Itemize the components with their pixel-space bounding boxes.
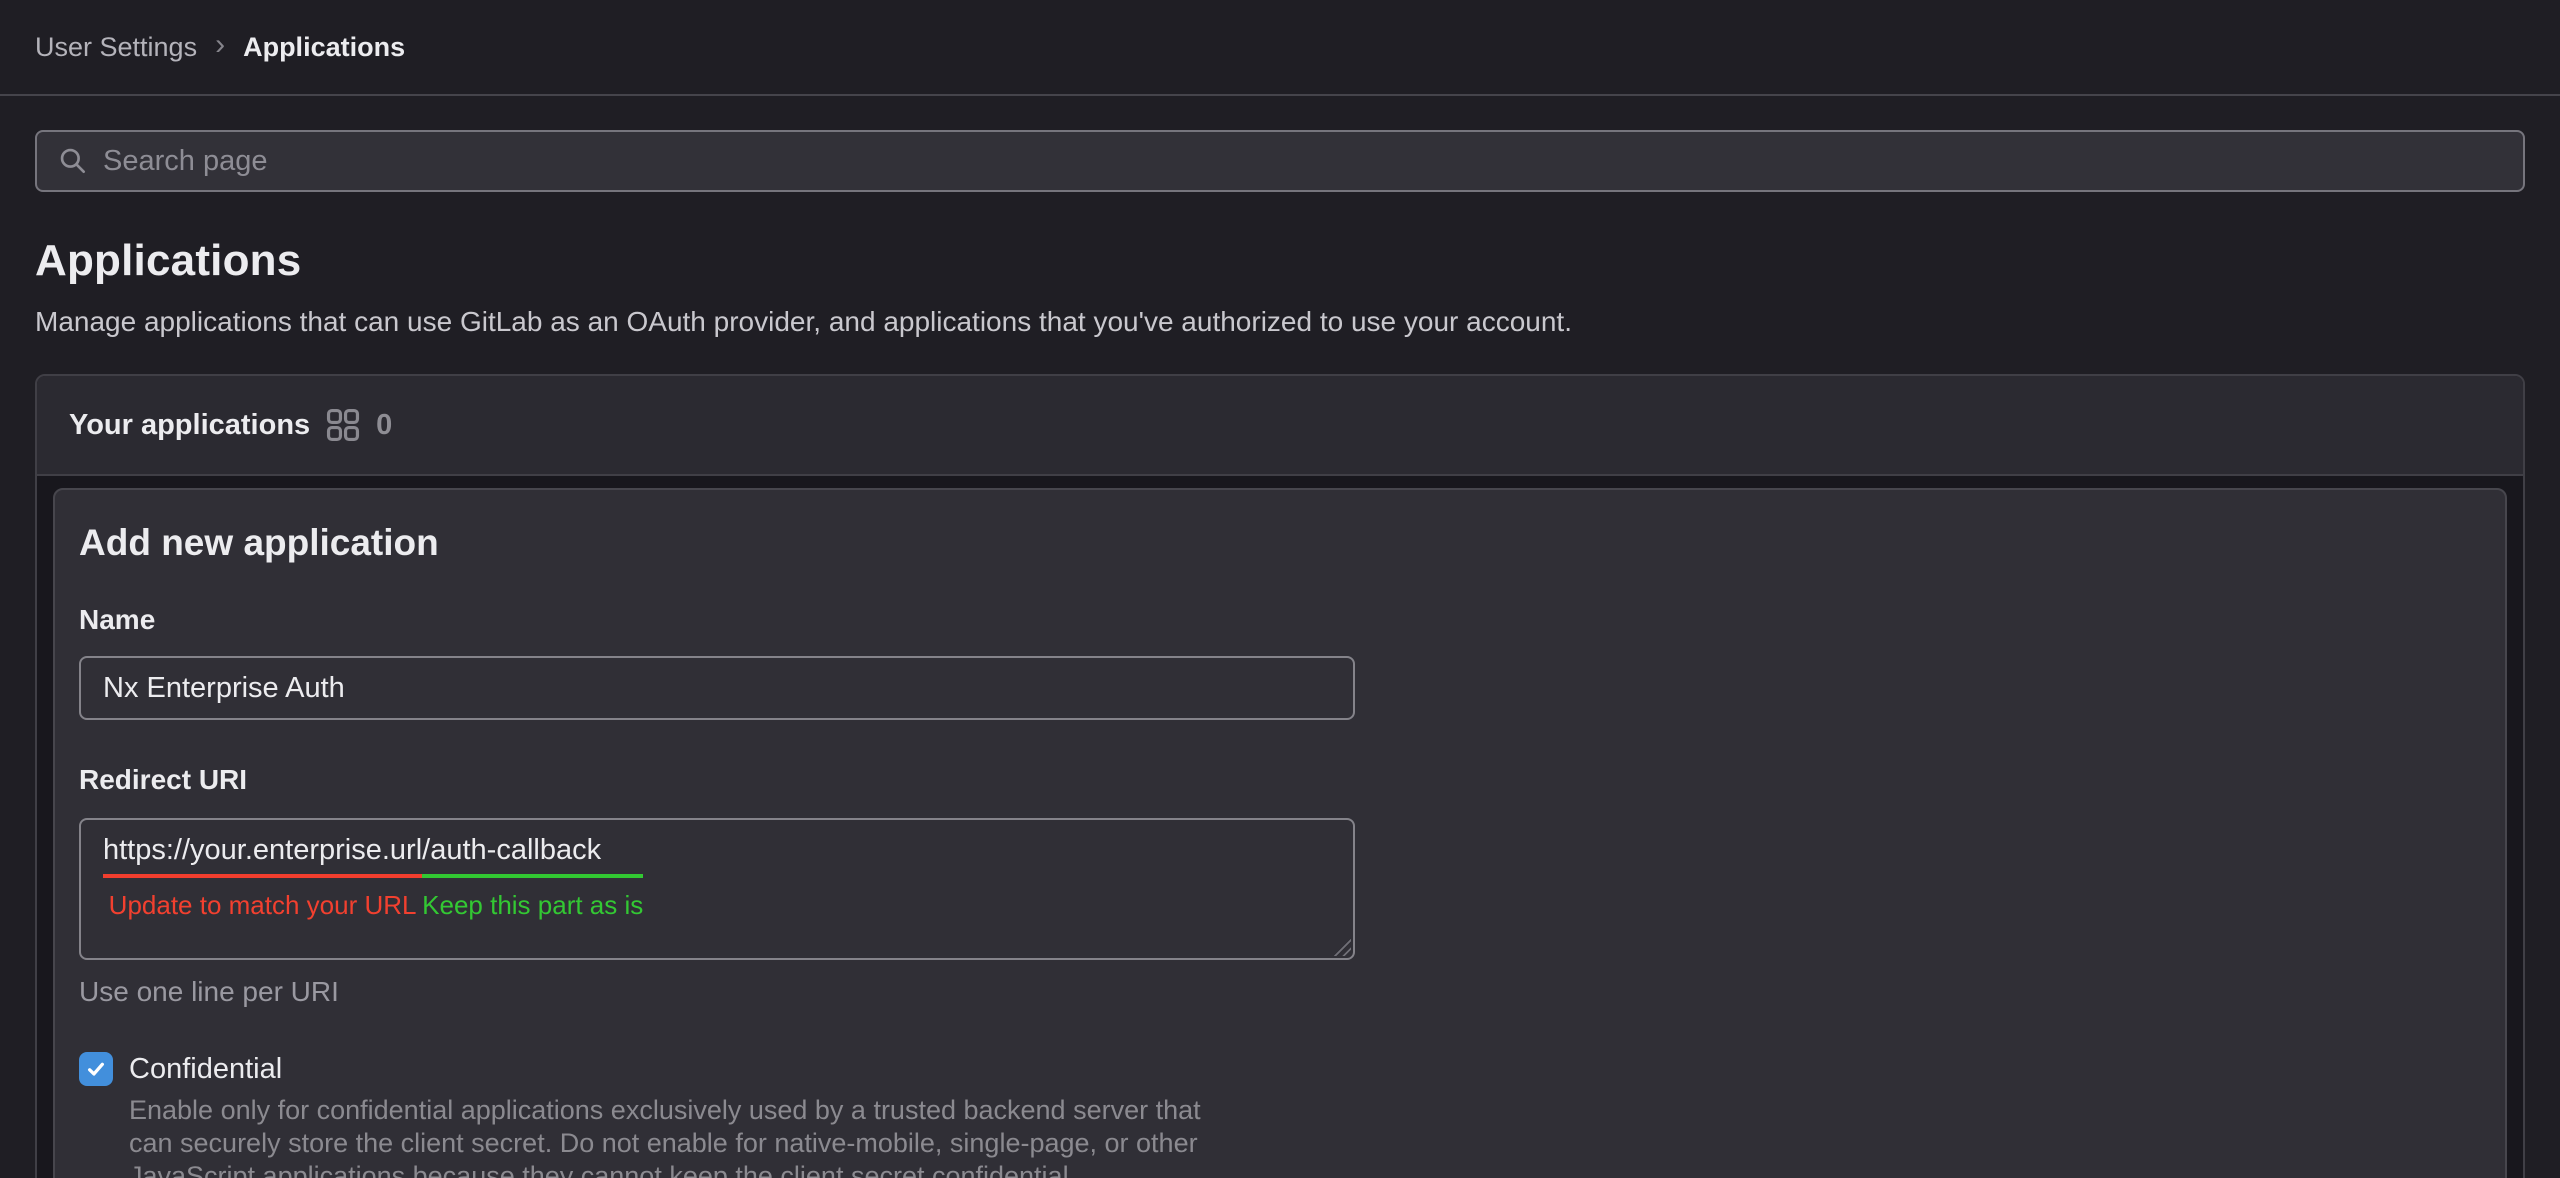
your-applications-panel: Your applications 0 Add new application … xyxy=(35,374,2525,1178)
confidential-row: Confidential xyxy=(79,1052,2481,1086)
breadcrumb-user-settings[interactable]: User Settings xyxy=(35,32,197,63)
search-icon xyxy=(57,145,89,177)
redirect-uri-field[interactable]: https://your.enterprise.url /auth-callba… xyxy=(79,818,1355,960)
page-content: Search page Applications Manage applicat… xyxy=(0,130,2560,1178)
confidential-help-line: JavaScript applications because they can… xyxy=(129,1160,2481,1178)
page-description: Manage applications that can use GitLab … xyxy=(35,306,2525,338)
name-label: Name xyxy=(79,604,2481,636)
redirect-uri-label: Redirect URI xyxy=(79,764,2481,796)
applications-count-badge: 0 xyxy=(376,409,392,442)
add-new-application-title: Add new application xyxy=(79,522,2481,564)
breadcrumb-applications[interactable]: Applications xyxy=(243,32,405,63)
confidential-label[interactable]: Confidential xyxy=(129,1053,282,1086)
annotation-update-url: Update to match your URL xyxy=(103,878,422,921)
top-bar: User Settings › Applications xyxy=(0,0,2560,96)
redirect-uri-annotated-value: https://your.enterprise.url /auth-callba… xyxy=(103,834,643,921)
your-applications-body: Add new application Name Redirect URI ht… xyxy=(37,476,2523,1178)
breadcrumb-chevron-icon: › xyxy=(215,30,225,64)
your-applications-title: Your applications xyxy=(69,409,310,442)
confidential-help-text: Enable only for confidential application… xyxy=(129,1094,2481,1178)
add-new-application-card: Add new application Name Redirect URI ht… xyxy=(53,488,2507,1178)
redirect-uri-host-part: https://your.enterprise.url xyxy=(103,834,422,878)
name-field[interactable] xyxy=(79,656,1355,720)
applications-grid-icon xyxy=(326,408,360,442)
your-applications-header: Your applications 0 xyxy=(37,376,2523,476)
confidential-help-line: can securely store the client secret. Do… xyxy=(129,1127,2481,1160)
redirect-uri-callback-part: /auth-callback xyxy=(422,834,643,878)
page-title: Applications xyxy=(35,236,2525,286)
search-input[interactable]: Search page xyxy=(35,130,2525,192)
checkmark-icon xyxy=(85,1058,107,1080)
annotation-keep-part: Keep this part as is xyxy=(422,878,643,921)
confidential-checkbox[interactable] xyxy=(79,1052,113,1086)
breadcrumb: User Settings › Applications xyxy=(35,30,405,64)
search-placeholder: Search page xyxy=(103,145,267,178)
textarea-resize-handle[interactable] xyxy=(1331,936,1351,956)
confidential-help-line: Enable only for confidential application… xyxy=(129,1094,2481,1127)
uri-help-text: Use one line per URI xyxy=(79,976,2481,1008)
